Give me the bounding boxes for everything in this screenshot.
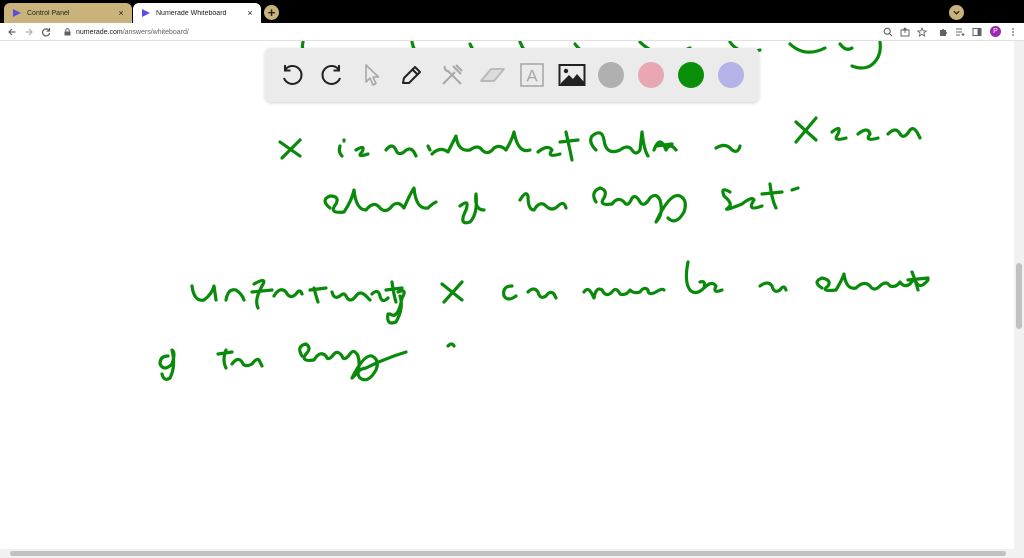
undo-icon <box>283 65 303 85</box>
image-icon <box>558 64 586 86</box>
forward-button[interactable] <box>23 26 35 38</box>
vertical-scroll-thumb[interactable] <box>1016 263 1022 329</box>
reload-button[interactable] <box>40 26 52 38</box>
eraser-tool-button[interactable] <box>477 60 507 90</box>
pen-icon <box>402 66 421 84</box>
profile-avatar[interactable]: P <box>990 26 1001 37</box>
select-tool-button[interactable] <box>357 60 387 90</box>
redo-icon <box>321 65 341 85</box>
chevron-down-icon <box>953 10 960 15</box>
vertical-scrollbar[interactable] <box>1014 41 1024 549</box>
browser-toolbar: numerade.com/answers/whiteboard/ P <box>0 23 1024 41</box>
tab-title: Control Panel <box>27 9 70 17</box>
close-tab-icon[interactable]: × <box>245 8 255 18</box>
numerade-favicon-icon <box>141 8 151 18</box>
url-path: /answers/whiteboard/ <box>122 28 189 36</box>
reload-icon <box>41 28 51 37</box>
color-swatch-pink[interactable] <box>638 62 664 88</box>
text-tool-button[interactable]: A <box>517 60 547 90</box>
undo-button[interactable] <box>277 60 307 90</box>
share-icon[interactable] <box>899 26 911 38</box>
tab-strip: Control Panel × Numerade Whiteboard × + <box>0 0 1024 23</box>
image-tool-button[interactable] <box>557 60 587 90</box>
tab-search-button[interactable] <box>949 5 964 20</box>
whiteboard-canvas[interactable]: A <box>0 41 1014 549</box>
pen-tool-button[interactable] <box>397 60 427 90</box>
horizontal-scroll-thumb[interactable] <box>10 551 1006 556</box>
bookmark-star-icon[interactable] <box>916 26 928 38</box>
svg-text:A: A <box>526 67 538 86</box>
new-tab-button[interactable]: + <box>264 5 279 20</box>
tab-numerade-whiteboard[interactable]: Numerade Whiteboard × <box>133 3 261 23</box>
numerade-favicon-icon <box>12 8 22 18</box>
lock-icon <box>64 28 72 36</box>
tab-control-panel[interactable]: Control Panel × <box>4 3 132 23</box>
handwriting-ink <box>158 41 930 382</box>
cursor-icon <box>365 64 380 86</box>
arrow-right-icon <box>25 28 33 36</box>
side-panel-icon[interactable] <box>971 26 983 38</box>
eraser-icon <box>480 68 505 82</box>
color-swatch-lavender[interactable] <box>718 62 744 88</box>
browser-window: Control Panel × Numerade Whiteboard × + <box>0 0 1024 558</box>
color-swatch-green[interactable] <box>678 62 704 88</box>
reading-list-icon[interactable] <box>954 26 966 38</box>
color-swatch-gray[interactable] <box>598 62 624 88</box>
back-button[interactable] <box>6 26 18 38</box>
arrow-left-icon <box>8 28 16 36</box>
tab-title: Numerade Whiteboard <box>156 9 227 17</box>
horizontal-scrollbar[interactable] <box>0 549 1024 558</box>
more-menu-icon[interactable] <box>1007 26 1019 38</box>
hammer-wrench-icon <box>442 64 463 85</box>
text-icon: A <box>520 63 544 87</box>
tools-button[interactable] <box>437 60 467 90</box>
zoom-icon[interactable] <box>882 26 894 38</box>
address-bar[interactable]: numerade.com/answers/whiteboard/ <box>58 25 910 39</box>
url-domain: numerade.com <box>76 28 123 36</box>
drawing-toolbar: A <box>265 48 759 102</box>
close-tab-icon[interactable]: × <box>116 8 126 18</box>
extensions-icon[interactable] <box>937 26 949 38</box>
redo-button[interactable] <box>317 60 347 90</box>
